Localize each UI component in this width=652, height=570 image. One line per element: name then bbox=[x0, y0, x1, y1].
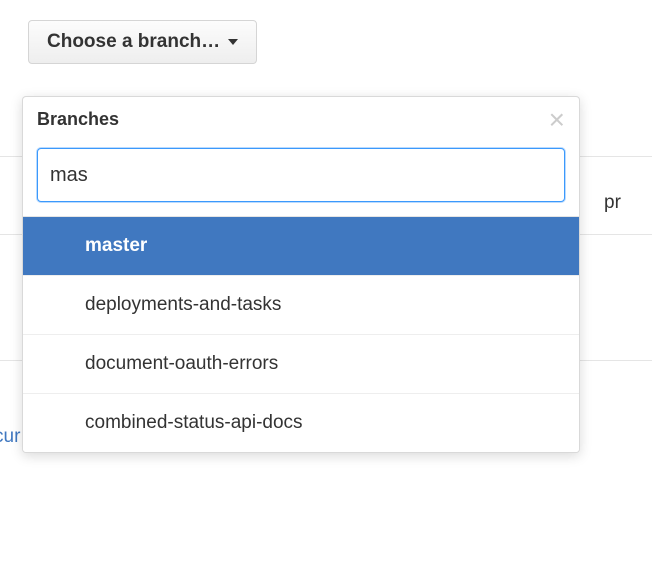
choose-branch-button[interactable]: Choose a branch… bbox=[28, 20, 257, 64]
popover-header: Branches × bbox=[23, 97, 579, 138]
branch-item[interactable]: document-oauth-errors bbox=[23, 334, 579, 393]
branch-filter-input[interactable] bbox=[37, 148, 565, 202]
close-icon[interactable]: × bbox=[549, 110, 565, 130]
branch-picker-popover: Branches × masterdeployments-and-tasksdo… bbox=[22, 96, 580, 453]
choose-branch-label: Choose a branch… bbox=[47, 31, 220, 53]
branch-item[interactable]: deployments-and-tasks bbox=[23, 275, 579, 334]
branch-list: masterdeployments-and-tasksdocument-oaut… bbox=[23, 217, 579, 452]
obscured-link[interactable]: cur bbox=[0, 426, 20, 448]
branch-item[interactable]: combined-status-api-docs bbox=[23, 393, 579, 452]
obscured-text: pr bbox=[604, 192, 621, 214]
caret-down-icon bbox=[228, 39, 238, 45]
popover-title: Branches bbox=[37, 109, 119, 130]
branch-item[interactable]: master bbox=[23, 217, 579, 275]
filter-section bbox=[23, 138, 579, 217]
